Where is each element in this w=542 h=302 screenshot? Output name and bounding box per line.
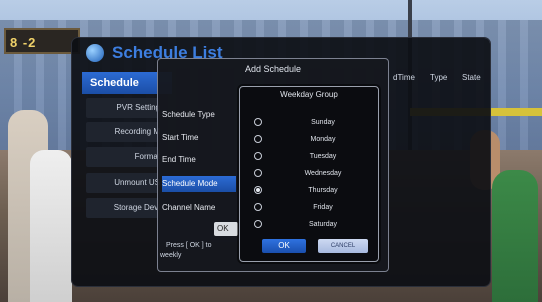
weekday-label: Tuesday <box>309 153 337 160</box>
field-schedule-type[interactable]: Schedule Type <box>162 107 236 123</box>
menu-item-storage-device[interactable]: Storage Devi <box>90 198 160 218</box>
menu-item-unmount-usb[interactable]: Unmount US <box>90 173 160 193</box>
weekday-option-wednesday[interactable]: Wednesday <box>248 166 372 182</box>
add-schedule-ok-button[interactable]: OK <box>214 222 238 236</box>
weekday-option-thursday[interactable]: Thursday <box>248 183 372 199</box>
radio-icon[interactable] <box>254 118 262 126</box>
column-header-time: dTime <box>393 73 415 82</box>
menu-item-recording-mode[interactable]: Recording M <box>90 122 160 142</box>
radio-icon[interactable] <box>254 152 262 160</box>
add-schedule-title: Add Schedule <box>244 64 302 74</box>
field-schedule-mode[interactable]: Schedule Mode <box>162 176 236 192</box>
weekday-label: Friday <box>313 204 333 211</box>
weekday-label: Sunday <box>311 119 335 126</box>
background-scoreboard: 8 -2 <box>4 28 80 54</box>
radio-icon[interactable] <box>254 169 262 177</box>
weekday-group-title: Weekday Group <box>280 90 338 99</box>
background-fan <box>492 170 538 302</box>
hint-text: Press [ OK ] to <box>166 242 212 249</box>
weekday-option-monday[interactable]: Monday <box>248 132 372 148</box>
field-channel-name[interactable]: Channel Name <box>162 200 236 216</box>
radio-selected-icon[interactable] <box>254 186 262 194</box>
radio-icon[interactable] <box>254 203 262 211</box>
field-start-time[interactable]: Start Time <box>162 130 236 146</box>
weekday-option-saturday[interactable]: Saturday <box>248 217 372 233</box>
radio-icon[interactable] <box>254 220 262 228</box>
weekday-label: Monday <box>310 136 336 143</box>
schedule-globe-icon <box>86 44 104 62</box>
column-header-type: Type <box>430 73 448 82</box>
weekday-cancel-button[interactable]: CANCEL <box>318 239 368 253</box>
weekday-option-friday[interactable]: Friday <box>248 200 372 216</box>
background-fan <box>30 150 72 302</box>
weekday-ok-button[interactable]: OK <box>262 239 306 253</box>
radio-icon[interactable] <box>254 135 262 143</box>
field-end-time[interactable]: End Time <box>162 152 236 168</box>
weekday-label: Saturday <box>308 221 338 228</box>
menu-item-pvr-setting[interactable]: PVR Setting <box>90 98 160 118</box>
hint-text-weekly: weekly <box>160 252 182 259</box>
weekday-label: Wednesday <box>304 170 342 177</box>
weekday-label: Thursday <box>308 187 338 194</box>
weekday-option-tuesday[interactable]: Tuesday <box>248 149 372 165</box>
weekday-option-sunday[interactable]: Sunday <box>248 115 372 131</box>
menu-item-format[interactable]: Format <box>90 147 160 167</box>
column-header-state: State <box>462 73 481 82</box>
